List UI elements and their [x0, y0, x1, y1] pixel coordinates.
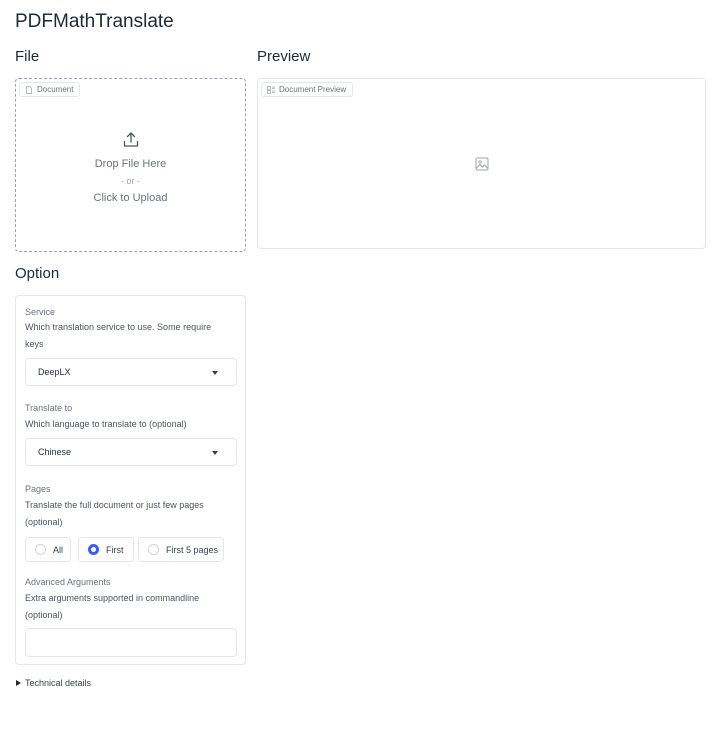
- file-icon: [26, 85, 32, 94]
- service-label: Service: [25, 307, 56, 317]
- translate-to-label: Translate to: [25, 403, 73, 413]
- technical-details-toggle[interactable]: Technical details: [16, 678, 91, 688]
- or-separator: - or -: [121, 176, 140, 186]
- radio-checked-icon: [88, 544, 99, 555]
- advanced-arguments-input[interactable]: [25, 628, 237, 657]
- pages-radio-first-5[interactable]: First 5 pages: [138, 537, 224, 562]
- click-to-upload-text[interactable]: Click to Upload: [16, 191, 245, 205]
- translate-to-dropdown[interactable]: Chinese: [25, 438, 237, 466]
- document-preview-tag-label: Document Preview: [279, 85, 347, 94]
- image-placeholder-icon: [475, 157, 489, 171]
- app-title: PDFMathTranslate: [15, 11, 174, 32]
- pages-radio-first-label: First: [106, 544, 124, 555]
- chevron-down-icon: [212, 371, 218, 375]
- technical-details-label: Technical details: [25, 678, 92, 688]
- radio-unchecked-icon: [148, 544, 159, 555]
- service-dropdown[interactable]: DeepLX: [25, 358, 237, 386]
- file-upload-dropzone[interactable]: Document Drop File Here - or - Click to …: [15, 78, 246, 252]
- document-preview-panel: Document Preview: [257, 78, 706, 249]
- pages-radio-all[interactable]: All: [25, 537, 71, 562]
- caret-right-icon: [16, 680, 21, 686]
- document-tag-label: Document: [37, 85, 74, 94]
- option-section-title: Option: [15, 265, 60, 282]
- file-section-title: File: [15, 48, 40, 65]
- translate-to-dropdown-value: Chinese: [38, 447, 72, 457]
- pages-label: Pages: [25, 484, 51, 494]
- pages-radio-first-5-label: First 5 pages: [166, 544, 219, 555]
- advanced-arguments-info: Extra arguments supported in commandline…: [25, 593, 200, 620]
- advanced-arguments-label: Advanced Arguments: [25, 577, 111, 587]
- gallery-icon: [267, 85, 275, 94]
- document-preview-tag: Document Preview: [261, 82, 354, 97]
- pages-radio-all-label: All: [53, 544, 64, 555]
- drop-file-text: Drop File Here: [94, 158, 167, 170]
- chevron-down-icon: [212, 451, 218, 455]
- pages-radio-first[interactable]: First: [78, 537, 134, 562]
- translate-to-info: Which language to translate to (optional…: [25, 419, 187, 429]
- document-tag: Document: [19, 82, 81, 97]
- service-dropdown-value: DeepLX: [38, 367, 71, 377]
- upload-icon: [123, 132, 138, 147]
- preview-section-title: Preview: [257, 48, 311, 65]
- pages-info: Translate the full document or just few …: [25, 500, 204, 527]
- radio-unchecked-icon: [35, 544, 46, 555]
- options-panel: Service Which translation service to use…: [15, 295, 246, 665]
- service-info: Which translation service to use. Some r…: [25, 322, 212, 349]
